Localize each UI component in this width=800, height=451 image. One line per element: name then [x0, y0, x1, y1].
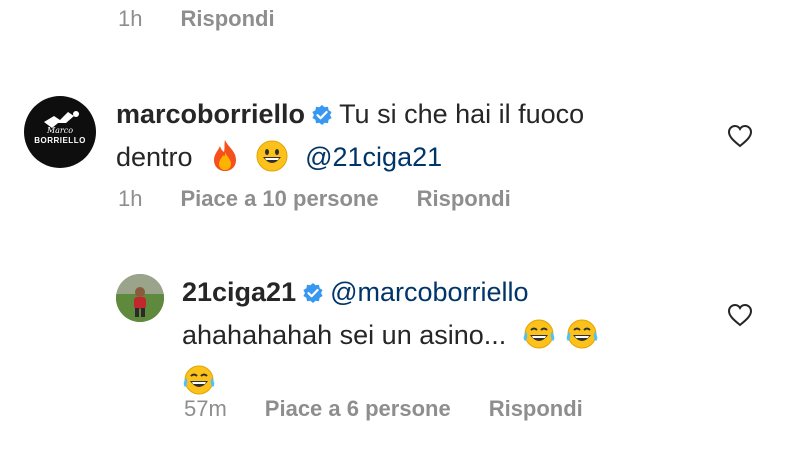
reply-button[interactable]: Rispondi — [180, 6, 274, 32]
comment-meta-21ciga21: 57m Piace a 6 persone Rispondi — [184, 396, 583, 422]
comment-body-21ciga21: 21ciga21 @marcoborriello ahahahahah sei u… — [182, 272, 702, 407]
comment-body-marcoborriello: marcoborriello Tu si che hai il fuoco den… — [116, 94, 676, 183]
avatar-logo-text-bottom: BORRIELLO — [34, 136, 86, 145]
username-link[interactable]: marcoborriello — [116, 99, 305, 129]
comment-time: 1h — [118, 6, 143, 31]
like-heart-icon[interactable] — [727, 303, 753, 327]
fire-emoji-icon — [210, 138, 240, 183]
comment-text-line1: Tu si che hai il fuoco — [339, 99, 585, 129]
likes-count-link[interactable]: Piace a 10 persone — [180, 186, 378, 212]
comment-meta-previous: 1h Rispondi — [118, 6, 275, 32]
comment-text-line2: dentro — [116, 142, 193, 172]
reply-button[interactable]: Rispondi — [417, 186, 511, 212]
verified-badge-icon — [311, 97, 333, 137]
reply-button[interactable]: Rispondi — [489, 396, 583, 422]
avatar-21ciga21[interactable] — [116, 274, 164, 322]
likes-count-link[interactable]: Piace a 6 persone — [265, 396, 451, 422]
grinning-emoji-icon — [256, 140, 288, 183]
avatar-logo-text-top: Marco — [46, 126, 74, 135]
comment-time: 1h — [118, 186, 143, 211]
comment-text: ahahahahah sei un asino... — [182, 320, 507, 350]
tears-of-joy-emoji-icon — [565, 318, 599, 361]
avatar-marcoborriello[interactable]: Marco BORRIELLO — [24, 96, 96, 168]
avatar-photo-icon — [116, 274, 164, 322]
comment-meta-marcoborriello: 1h Piace a 10 persone Rispondi — [118, 186, 511, 212]
mention-link[interactable]: @21ciga21 — [305, 142, 442, 172]
comments-screen: 1h Rispondi Marco BORRIELLO marcoborriel… — [0, 0, 800, 451]
mention-link[interactable]: @marcoborriello — [330, 277, 528, 307]
like-heart-icon[interactable] — [727, 124, 753, 148]
tears-of-joy-emoji-icon — [522, 318, 556, 361]
comment-time: 57m — [184, 396, 227, 421]
username-link[interactable]: 21ciga21 — [182, 277, 296, 307]
verified-badge-icon — [302, 275, 324, 315]
